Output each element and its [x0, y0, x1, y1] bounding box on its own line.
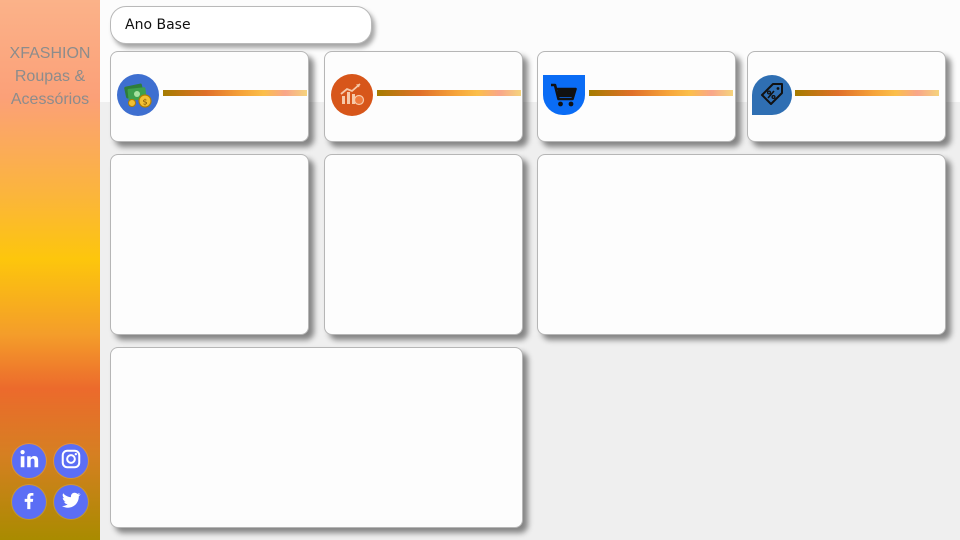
growth-chart-icon — [331, 74, 373, 116]
svg-text:$: $ — [142, 98, 147, 107]
brand-line-1: XFASHION — [9, 45, 91, 62]
visual-panel-3[interactable] — [537, 154, 946, 335]
visual-panel-2[interactable] — [324, 154, 523, 335]
discount-tag-icon — [752, 75, 792, 115]
instagram-icon — [60, 448, 82, 474]
money-icon: $ — [117, 74, 159, 116]
slicer-label: Ano Base — [125, 17, 191, 33]
visual-panel-1[interactable] — [110, 154, 309, 335]
brand-line-2: Roupas & — [14, 68, 86, 85]
kpi-accent-bar — [589, 90, 733, 96]
twitter-button[interactable] — [54, 485, 88, 519]
kpi-card-orders[interactable] — [537, 51, 736, 142]
visual-panel-4[interactable] — [110, 347, 523, 528]
linkedin-icon — [18, 448, 40, 474]
linkedin-button[interactable] — [12, 444, 46, 478]
brand-line-3: Acessórios — [10, 91, 90, 108]
instagram-button[interactable] — [54, 444, 88, 478]
facebook-button[interactable] — [12, 485, 46, 519]
kpi-accent-bar — [163, 90, 307, 96]
twitter-icon — [60, 489, 82, 515]
facebook-icon — [18, 489, 40, 515]
kpi-card-revenue[interactable]: $ — [110, 51, 309, 142]
kpi-accent-bar — [795, 90, 939, 96]
kpi-accent-bar — [377, 90, 521, 96]
sidebar: XFASHION Roupas & Acessórios — [0, 0, 100, 540]
brand-logo-text: XFASHION Roupas & Acessórios — [0, 42, 100, 111]
kpi-card-discount[interactable] — [747, 51, 946, 142]
kpi-card-growth[interactable] — [324, 51, 523, 142]
year-slicer[interactable]: Ano Base — [110, 6, 372, 44]
shopping-cart-icon — [543, 75, 585, 115]
